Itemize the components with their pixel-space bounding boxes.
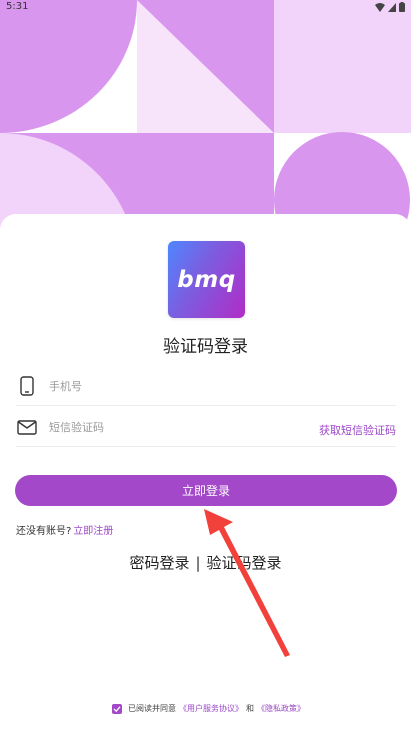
page-title: 验证码登录 xyxy=(163,337,248,357)
agreement-checkbox[interactable] xyxy=(112,703,122,714)
header-decoration xyxy=(0,0,411,240)
password-login-link[interactable]: 密码登录 xyxy=(129,554,189,572)
check-icon xyxy=(113,705,121,712)
signup-link[interactable]: 立即注册 xyxy=(73,526,113,537)
signup-row: 还没有账号? 立即注册 xyxy=(16,522,113,537)
wifi-icon xyxy=(375,2,385,12)
logo-text: bmq xyxy=(177,266,236,293)
phone-field xyxy=(16,367,396,406)
terms-link[interactable]: 《用户服务协议》 xyxy=(179,703,243,714)
battery-icon xyxy=(399,2,405,12)
agreement-row: 已阅读并同意 《用户服务协议》 和 《隐私政策》 xyxy=(112,703,305,714)
code-login-link[interactable]: 验证码登录 xyxy=(207,554,282,572)
status-time: 5:31 xyxy=(6,1,29,12)
status-bar: 5:31 xyxy=(0,0,411,14)
mail-icon xyxy=(17,420,37,435)
mode-separator: | xyxy=(195,554,201,572)
login-button[interactable]: 立即登录 xyxy=(15,475,397,506)
privacy-link[interactable]: 《隐私政策》 xyxy=(257,703,305,714)
agreement-and: 和 xyxy=(246,704,254,713)
signal-icon xyxy=(388,2,396,12)
login-mode-switch: 密码登录 | 验证码登录 xyxy=(0,552,411,573)
get-sms-code-button[interactable]: 获取短信验证码 xyxy=(319,422,396,438)
app-logo: bmq xyxy=(168,241,245,318)
phone-input[interactable] xyxy=(49,375,309,397)
status-icons xyxy=(375,2,405,12)
signup-prompt: 还没有账号? xyxy=(16,526,72,537)
sms-code-field: 获取短信验证码 xyxy=(16,408,396,447)
phone-icon xyxy=(20,376,34,396)
sms-code-input[interactable] xyxy=(49,416,309,438)
agreement-prefix: 已阅读并同意 xyxy=(128,704,176,713)
